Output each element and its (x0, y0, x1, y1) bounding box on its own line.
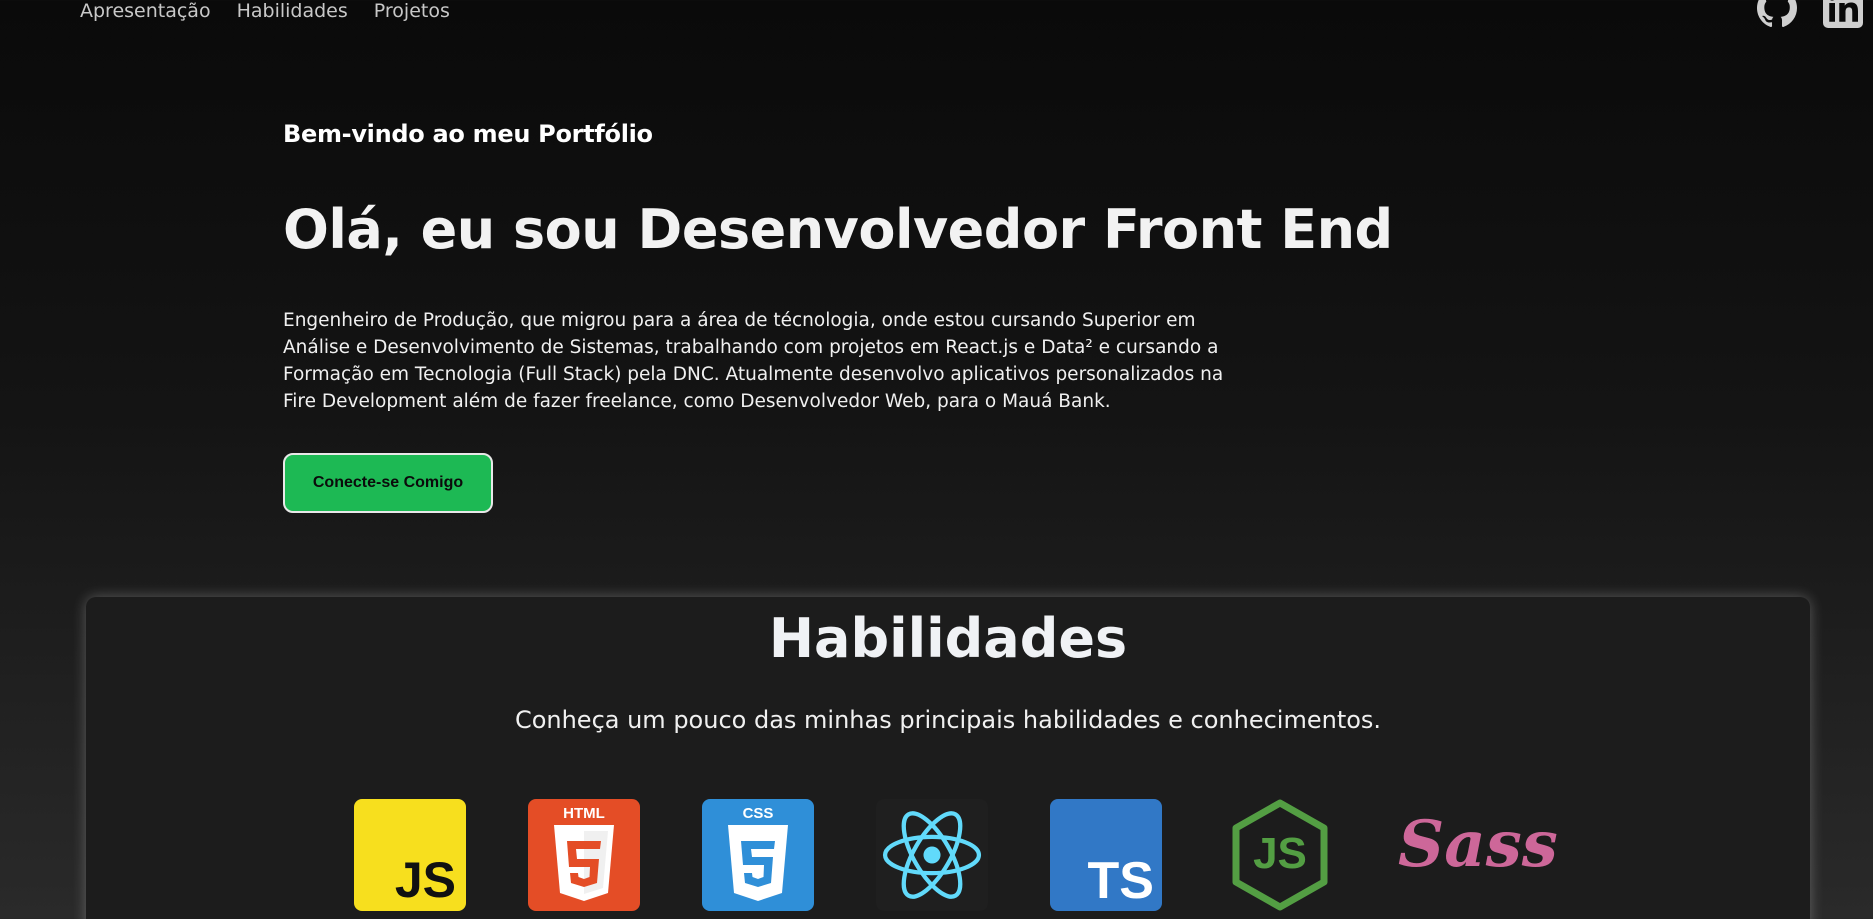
css3-shield (728, 825, 788, 901)
javascript-icon: JS (354, 799, 466, 911)
sass-label: Sass (1398, 807, 1558, 882)
sass-icon: Sass (1398, 799, 1558, 911)
welcome-text: Bem-vindo ao meu Portfólio (283, 120, 653, 148)
skills-section: Habilidades Conheça um pouco das minhas … (86, 597, 1810, 919)
html5-shield (554, 825, 614, 901)
linkedin-link[interactable] (1823, 0, 1863, 28)
github-link[interactable] (1757, 0, 1797, 28)
hero-headline: Olá, eu sou Desenvolvedor Front End (283, 198, 1393, 261)
skills-subtitle: Conheça um pouco das minhas principais h… (514, 706, 1382, 734)
nav-link-habilidades[interactable]: Habilidades (237, 0, 348, 22)
top-navigation: Apresentação Habilidades Projetos (80, 0, 450, 30)
typescript-label: TS (1087, 852, 1154, 910)
nav-link-projetos[interactable]: Projetos (374, 0, 450, 22)
social-links (1757, 0, 1863, 28)
javascript-label: JS (394, 852, 456, 908)
github-icon (1757, 0, 1797, 28)
hero-section: Bem-vindo ao meu Portfólio Olá, eu sou D… (283, 120, 1393, 513)
nav-link-apresentacao[interactable]: Apresentação (80, 0, 211, 22)
linkedin-icon (1823, 0, 1863, 28)
skills-title: Habilidades (768, 607, 1128, 670)
hero-bio: Engenheiro de Produção, que migrou para … (283, 310, 1224, 412)
skills-icon-row: JS HTML CSS TS JS Sass (354, 799, 1558, 911)
nodejs-label: JS (1253, 829, 1307, 878)
typescript-icon: TS (1050, 799, 1162, 911)
react-icon (876, 799, 988, 911)
react-atom (882, 811, 982, 899)
css3-icon: CSS (702, 799, 814, 911)
nodejs-icon: JS (1224, 799, 1336, 911)
html5-label: HTML (563, 805, 605, 822)
css3-label: CSS (742, 805, 774, 822)
connect-button[interactable]: Conecte-se Comigo (283, 453, 493, 513)
html5-icon: HTML (528, 799, 640, 911)
